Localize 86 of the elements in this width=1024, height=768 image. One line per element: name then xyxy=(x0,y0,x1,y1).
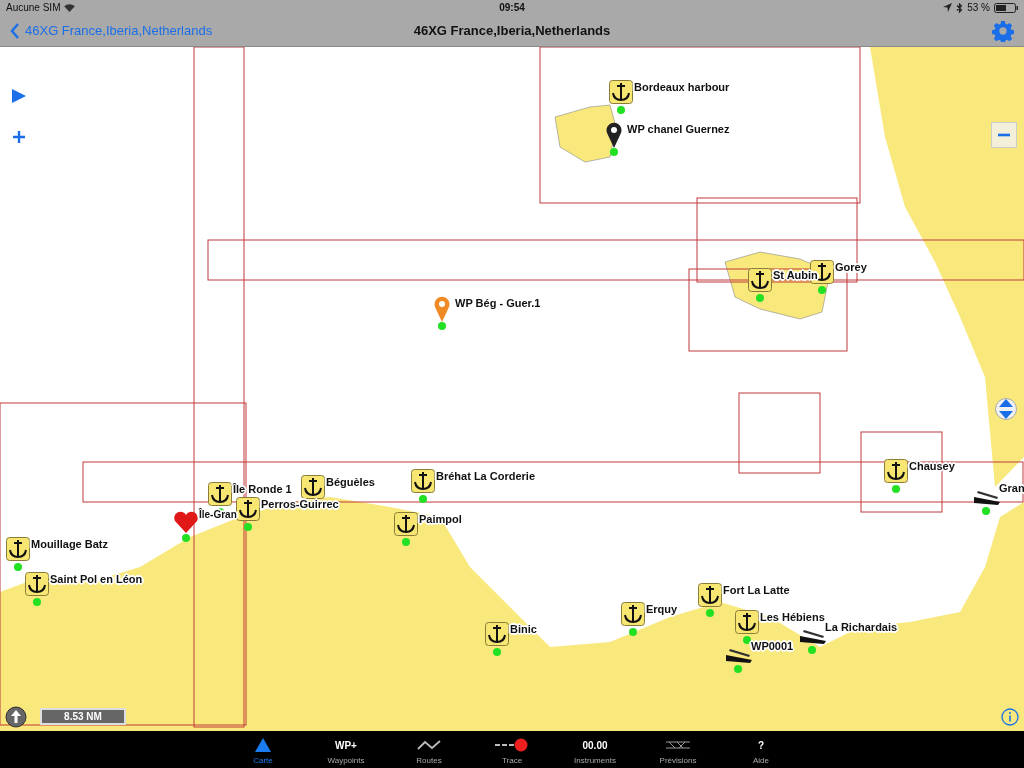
minus-icon xyxy=(998,133,1010,137)
clock-text: 09:54 xyxy=(499,2,525,13)
map-pin-icon[interactable] xyxy=(606,122,622,148)
position-dot xyxy=(892,485,900,493)
position-dot xyxy=(617,106,625,114)
bluetooth-icon xyxy=(956,2,964,13)
tab[interactable]: Carte xyxy=(221,731,305,768)
position-dot xyxy=(808,646,816,654)
anchor-icon[interactable] xyxy=(301,475,325,499)
boat-icon[interactable] xyxy=(972,489,1000,505)
carrier-text: Aucune SIM xyxy=(6,2,61,13)
heart-icon[interactable] xyxy=(173,511,199,533)
battery-icon xyxy=(994,2,1018,13)
anchor-icon[interactable] xyxy=(411,469,435,493)
position-dot xyxy=(14,563,22,571)
anchor-icon[interactable] xyxy=(6,537,30,561)
anchor-icon[interactable] xyxy=(609,80,633,104)
anchor-icon[interactable] xyxy=(884,459,908,483)
marker-label[interactable]: Gorey xyxy=(835,261,867,273)
tab[interactable]: ? Aide xyxy=(719,731,803,768)
marker-label[interactable]: Bordeaux harbour xyxy=(634,81,730,93)
anchor-icon[interactable] xyxy=(698,583,722,607)
position-dot xyxy=(629,628,637,636)
tab[interactable]: Trace xyxy=(470,731,554,768)
zigzag-icon xyxy=(417,739,441,751)
zoom-in-icon[interactable] xyxy=(13,131,25,143)
marker-label[interactable]: Gran xyxy=(999,482,1024,494)
tab-glyph: 00.00 xyxy=(582,739,608,751)
chart-title: 46XG France,Iberia,Netherlands xyxy=(413,23,611,38)
marker-label[interactable]: Mouillage Batz xyxy=(31,538,108,550)
anchor-icon[interactable] xyxy=(25,572,49,596)
tab[interactable]: 00.00 Instruments xyxy=(553,731,637,768)
boat-icon[interactable] xyxy=(724,647,752,663)
marker-label[interactable]: Saint Pol en Léon xyxy=(50,573,143,585)
marker-label[interactable]: Les Hébiens xyxy=(760,611,825,623)
anchor-icon[interactable] xyxy=(485,622,509,646)
anchor-icon[interactable] xyxy=(621,602,645,626)
position-dot xyxy=(610,148,618,156)
tab-glyph: ? xyxy=(757,739,765,751)
anchor-icon[interactable] xyxy=(394,512,418,536)
position-dot xyxy=(818,286,826,294)
position-dot xyxy=(756,294,764,302)
marker-label[interactable]: WP Bég - Guer.1 xyxy=(455,297,541,309)
marker-label[interactable]: Chausey xyxy=(909,460,955,472)
tab[interactable]: WP+ Waypoints xyxy=(304,731,388,768)
tab[interactable]: Prévisions xyxy=(636,731,720,768)
chevron-left-icon xyxy=(10,22,20,39)
position-dot xyxy=(182,534,190,542)
marker-label[interactable]: Erquy xyxy=(646,603,678,615)
track-record-icon xyxy=(495,738,529,752)
anchor-icon[interactable] xyxy=(208,482,232,506)
location-arrow-icon xyxy=(943,3,953,12)
tab[interactable]: Routes xyxy=(387,731,471,768)
marker-label[interactable]: Bréhat La Corderie xyxy=(436,470,536,482)
wifi-icon xyxy=(64,3,76,12)
marker-label[interactable]: St Aubin xyxy=(773,269,818,281)
position-dot xyxy=(419,495,427,503)
boat-icon[interactable] xyxy=(798,628,826,644)
position-dot xyxy=(493,648,501,656)
position-dot xyxy=(734,665,742,673)
position-dot xyxy=(982,507,990,515)
marker-label[interactable]: Île Ronde 1 xyxy=(233,483,292,495)
marker-label[interactable]: Paimpol xyxy=(419,513,462,525)
wind-barbs-icon xyxy=(665,740,691,750)
triangle-icon xyxy=(255,738,271,752)
scale-bar: 8.53 NM xyxy=(40,708,126,725)
zoom-out-button[interactable] xyxy=(991,122,1017,148)
tab-glyph: WP+ xyxy=(335,739,357,751)
info-icon[interactable] xyxy=(1001,708,1019,726)
marker-label[interactable]: Fort La Latte xyxy=(723,584,790,596)
anchor-icon[interactable] xyxy=(748,268,772,292)
position-dot xyxy=(706,609,714,617)
position-dot xyxy=(743,636,751,644)
position-dot xyxy=(33,598,41,606)
marker-label[interactable]: La Richardais xyxy=(825,621,898,633)
position-dot xyxy=(244,523,252,531)
play-icon[interactable] xyxy=(11,88,27,104)
marker-label[interactable]: WP0001 xyxy=(751,640,794,652)
position-dot xyxy=(402,538,410,546)
anchor-icon[interactable] xyxy=(236,497,260,521)
position-dot xyxy=(438,322,446,330)
marker-label[interactable]: Béguèles xyxy=(326,476,375,488)
marker-label[interactable]: WP chanel Guernez xyxy=(627,123,730,135)
north-arrow-button[interactable] xyxy=(5,706,27,728)
anchor-icon[interactable] xyxy=(735,610,759,634)
battery-percent: 53 % xyxy=(967,2,990,13)
